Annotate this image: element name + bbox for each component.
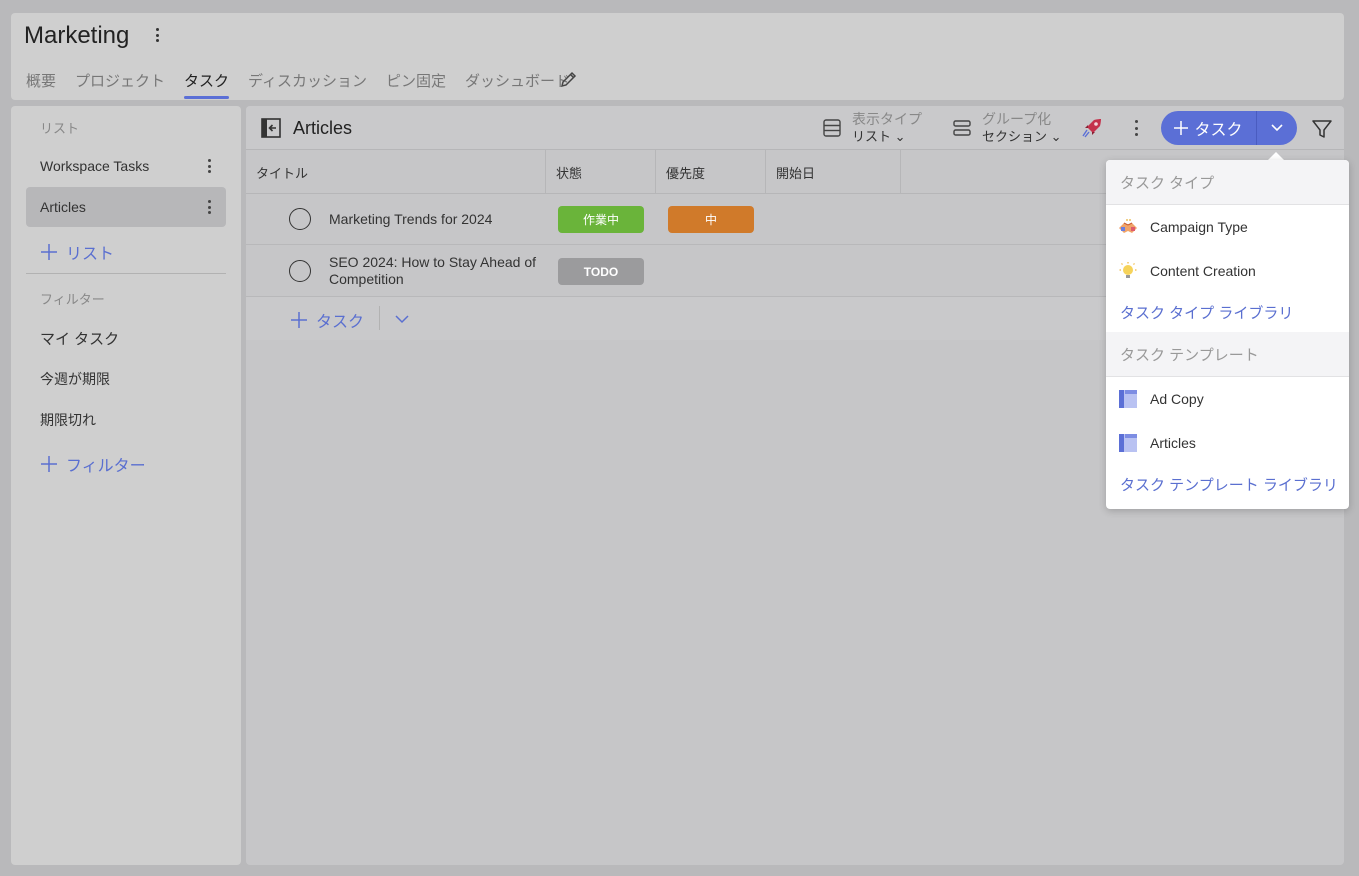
- workspace-menu-icon[interactable]: [149, 26, 165, 44]
- group-icon: [953, 120, 971, 136]
- tab-tasks[interactable]: タスク: [184, 68, 230, 99]
- sidebar: リスト Workspace Tasks Articles リスト フィルター マ…: [11, 106, 241, 865]
- view-type-value: リスト: [852, 129, 892, 144]
- kebab-menu-icon[interactable]: [207, 200, 211, 214]
- plus-icon: [41, 244, 57, 260]
- column-priority[interactable]: 優先度: [656, 150, 766, 194]
- sidebar-item-label: Articles: [40, 199, 86, 215]
- sidebar-item-articles[interactable]: Articles: [26, 187, 226, 227]
- tab-projects[interactable]: プロジェクト: [75, 68, 165, 99]
- task-complete-checkbox[interactable]: [289, 260, 311, 282]
- chevron-down-icon: ⌄: [1050, 129, 1062, 144]
- filter-icon[interactable]: [1311, 118, 1333, 140]
- add-list-label: リスト: [66, 246, 115, 263]
- menu-item-label: Articles: [1150, 435, 1196, 451]
- kebab-menu-icon[interactable]: [207, 159, 211, 173]
- add-task-dropdown-button[interactable]: [1256, 111, 1297, 145]
- filters-section-label: フィルター: [40, 292, 105, 307]
- sidebar-filter-my-tasks[interactable]: マイ タスク: [40, 328, 119, 349]
- tab-pinned[interactable]: ピン固定: [386, 68, 446, 99]
- group-by-selector[interactable]: グループ化 セクション ⌄: [952, 110, 1062, 146]
- column-status[interactable]: 状態: [546, 150, 656, 194]
- template-icon: [1119, 434, 1137, 452]
- template-icon: [1119, 390, 1137, 408]
- group-by-value: セクション: [982, 129, 1048, 144]
- sidebar-filter-overdue[interactable]: 期限切れ: [40, 410, 96, 430]
- chevron-down-icon: [1271, 124, 1283, 132]
- plus-icon: [41, 456, 57, 472]
- chevron-down-icon: ⌄: [894, 129, 906, 144]
- menu-item-articles-template[interactable]: Articles: [1106, 421, 1349, 465]
- workspace-title: Marketing: [24, 22, 130, 49]
- tab-discussions[interactable]: ディスカッション: [248, 68, 367, 99]
- dropdown-caret: [1268, 152, 1284, 160]
- status-badge[interactable]: TODO: [558, 258, 644, 285]
- workspace-header: Marketing 概要 プロジェクト タスク ディスカッション ピン固定 ダッ…: [11, 13, 1344, 100]
- lists-section-label: リスト: [40, 121, 80, 136]
- plus-icon: [291, 312, 307, 328]
- priority-badge[interactable]: 中: [668, 206, 754, 233]
- add-task-inline-button[interactable]: タスク: [290, 308, 364, 332]
- task-complete-checkbox[interactable]: [289, 208, 311, 230]
- sidebar-filter-due-this-week[interactable]: 今週が期限: [40, 369, 110, 389]
- task-type-library-link[interactable]: タスク タイプ ライブラリ: [1120, 302, 1293, 323]
- task-type-section-header: タスク タイプ: [1106, 160, 1349, 205]
- view-type-selector[interactable]: 表示タイプ リスト ⌄: [822, 110, 922, 146]
- workspace-tabs: 概要 プロジェクト タスク ディスカッション ピン固定 ダッシュボード: [26, 68, 589, 99]
- column-title[interactable]: タイトル: [246, 150, 546, 194]
- task-template-section-header: タスク テンプレート: [1106, 332, 1349, 377]
- column-start-date[interactable]: 開始日: [766, 150, 901, 194]
- menu-item-ad-copy[interactable]: Ad Copy: [1106, 377, 1349, 421]
- sidebar-divider: [26, 273, 226, 274]
- plus-icon: [1174, 121, 1189, 135]
- list-toolbar: Articles 表示タイプ リスト ⌄ グループ化 セクション ⌄ タスク: [246, 106, 1344, 150]
- collapse-sidebar-icon[interactable]: [261, 118, 281, 138]
- add-filter-label: フィルター: [66, 458, 146, 475]
- handshake-icon: [1119, 219, 1137, 233]
- divider: [379, 306, 380, 330]
- lightbulb-icon: [1119, 262, 1137, 278]
- chevron-down-icon[interactable]: [394, 311, 410, 327]
- menu-item-content-creation[interactable]: Content Creation: [1106, 249, 1349, 293]
- add-task-dropdown-menu: タスク タイプ Campaign Type Content Creation タ…: [1106, 160, 1349, 509]
- rocket-icon[interactable]: [1081, 117, 1103, 139]
- add-filter-button[interactable]: フィルター: [40, 452, 146, 476]
- menu-item-campaign-type[interactable]: Campaign Type: [1106, 205, 1349, 249]
- sidebar-item-workspace-tasks[interactable]: Workspace Tasks: [26, 146, 226, 186]
- menu-item-label: Content Creation: [1150, 263, 1256, 279]
- menu-item-label: Campaign Type: [1150, 219, 1248, 235]
- list-title: Articles: [293, 118, 353, 138]
- status-badge[interactable]: 作業中: [558, 206, 644, 233]
- task-title[interactable]: Marketing Trends for 2024: [329, 211, 539, 228]
- view-type-label: 表示タイプ: [852, 111, 922, 127]
- group-by-label: グループ化: [982, 111, 1052, 127]
- add-task-inline-label: タスク: [316, 314, 365, 331]
- pencil-icon[interactable]: [560, 70, 578, 88]
- menu-item-label: Ad Copy: [1150, 391, 1204, 407]
- task-title[interactable]: SEO 2024: How to Stay Ahead of Competiti…: [329, 254, 539, 288]
- add-list-button[interactable]: リスト: [40, 240, 114, 264]
- add-task-label: タスク: [1194, 122, 1243, 139]
- add-task-button[interactable]: タスク: [1161, 111, 1256, 145]
- tab-overview[interactable]: 概要: [26, 68, 56, 99]
- task-template-library-link[interactable]: タスク テンプレート ライブラリ: [1120, 474, 1338, 495]
- sidebar-item-label: Workspace Tasks: [40, 158, 150, 174]
- toolbar-kebab-icon[interactable]: [1134, 120, 1138, 136]
- tab-dashboard[interactable]: ダッシュボード: [465, 68, 570, 99]
- view-list-icon: [823, 119, 841, 137]
